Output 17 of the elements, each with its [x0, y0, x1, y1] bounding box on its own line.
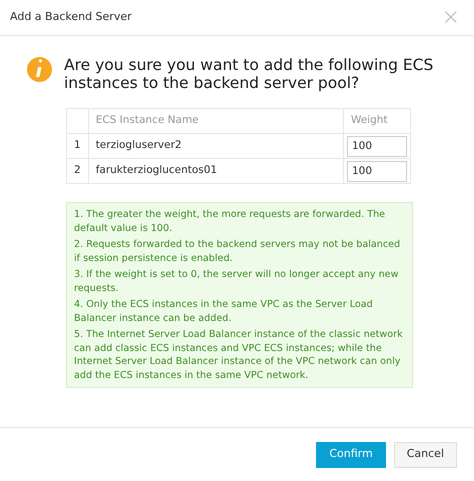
- row-number: 2: [66, 158, 88, 184]
- note-text: 1. The greater the weight, the more requests are forwarded. The default value is 100.: [74, 208, 386, 235]
- row-number: 1: [66, 134, 88, 158]
- dialog-title: Add a Backend Server: [10, 9, 132, 26]
- instance-name: terziogluserver2: [88, 134, 344, 158]
- note-text: 3. If the weight is set to 0, the server will no longer accept any new requests.: [74, 268, 400, 295]
- note-text: 5. The Internet Server Load Balancer instance of the classic network can add classic ECS instances and VPC ECS instances; while the Internet Server Load Balancer instance of the VPC network can only add the ECS instances in the same VPC network.: [74, 328, 404, 382]
- cancel-button[interactable]: Cancel: [394, 442, 457, 468]
- note-text: 4. Only the ECS instances in the same VPC as the Server Load Balancer instance can be added.: [74, 298, 374, 325]
- column-header: ECS Instance Name: [88, 108, 344, 134]
- note-text: 2. Requests forwarded to the backend servers may not be balanced if session persistence is enabled.: [74, 238, 402, 265]
- weight-input[interactable]: 100: [347, 160, 407, 182]
- confirm-message: Are you sure you want to add the following ECS instances to the backend server pool?: [64, 56, 434, 92]
- weight-input[interactable]: 100: [347, 136, 407, 156]
- info-icon: [27, 57, 52, 82]
- instance-name: farukterzioglucentos01: [88, 158, 344, 184]
- column-header: Weight: [344, 108, 410, 134]
